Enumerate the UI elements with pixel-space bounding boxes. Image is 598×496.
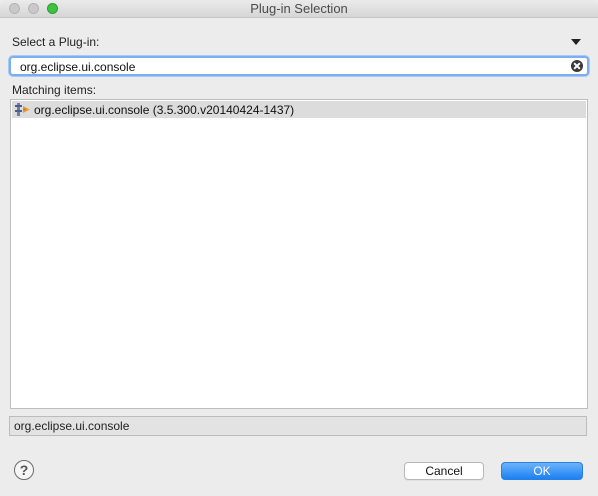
clear-icon[interactable] xyxy=(571,60,583,72)
chevron-down-icon[interactable] xyxy=(571,39,581,45)
cancel-button[interactable]: Cancel xyxy=(404,462,484,480)
list-item[interactable]: org.eclipse.ui.console (3.5.300.v2014042… xyxy=(12,101,586,118)
filter-field[interactable] xyxy=(9,56,589,76)
selection-status-text: org.eclipse.ui.console xyxy=(14,419,130,433)
window-title: Plug-in Selection xyxy=(250,1,348,16)
plugin-icon xyxy=(15,102,31,117)
help-button[interactable]: ? xyxy=(14,460,34,480)
matching-items-label: Matching items: xyxy=(12,83,97,97)
ok-button[interactable]: OK xyxy=(501,462,583,480)
select-plugin-label: Select a Plug-in: xyxy=(12,35,100,49)
list-item-label: org.eclipse.ui.console (3.5.300.v2014042… xyxy=(34,103,295,117)
matching-items-list[interactable]: org.eclipse.ui.console (3.5.300.v2014042… xyxy=(10,99,588,409)
help-icon: ? xyxy=(19,462,29,478)
plugin-selection-dialog: Plug-in Selection Select a Plug-in: Matc… xyxy=(0,0,598,496)
title-bar: Plug-in Selection xyxy=(0,0,598,18)
selection-status-field: org.eclipse.ui.console xyxy=(9,416,587,436)
filter-input[interactable] xyxy=(20,59,560,74)
